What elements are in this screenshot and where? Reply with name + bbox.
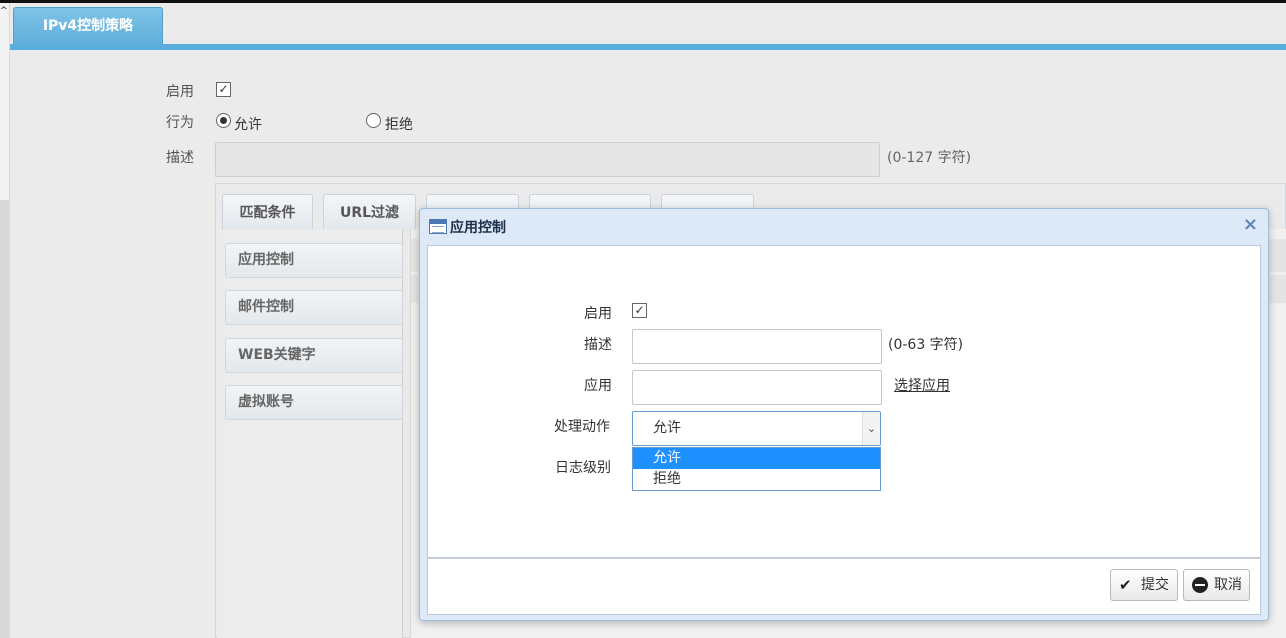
dlg-log-label: 日志级别 <box>555 460 611 476</box>
dialog-title: 应用控制 <box>450 220 506 236</box>
action-select[interactable]: 允许 ⌄ <box>632 411 881 446</box>
action-select-value: 允许 <box>653 420 681 436</box>
window-icon <box>429 219 447 234</box>
action-option-deny[interactable]: 拒绝 <box>633 469 880 490</box>
minus-circle-icon <box>1192 577 1208 593</box>
action-label: 行为 <box>166 115 194 131</box>
tab-ipv4-policy[interactable]: IPv4控制策略 <box>13 7 163 44</box>
action-deny-radio[interactable] <box>366 113 381 128</box>
chevron-down-icon[interactable]: ⌄ <box>862 412 880 445</box>
dlg-app-input[interactable] <box>632 370 882 405</box>
desc-hint: (0-127 字符) <box>887 150 972 166</box>
dlg-enable-label: 启用 <box>584 306 612 322</box>
submit-button[interactable]: ✔ 提交 <box>1110 569 1178 601</box>
check-icon: ✔ <box>1119 576 1132 594</box>
desc-input[interactable] <box>215 142 880 177</box>
select-app-link[interactable]: 选择应用 <box>894 375 950 395</box>
side-item-web-keyword[interactable]: WEB关键字 <box>225 338 403 373</box>
side-item-app-control[interactable]: 应用控制 <box>225 243 403 278</box>
dlg-desc-hint: (0-63 字符) <box>888 337 964 353</box>
tab-underline <box>10 44 1286 50</box>
window-top-border <box>0 0 1286 3</box>
tab-match-conditions[interactable]: 匹配条件 <box>222 194 313 230</box>
action-allow-label[interactable]: 允许 <box>234 114 262 134</box>
cancel-button[interactable]: 取消 <box>1183 569 1250 601</box>
action-option-allow[interactable]: 允许 <box>633 448 880 469</box>
left-gutter <box>0 3 10 638</box>
close-icon[interactable]: × <box>1243 215 1258 235</box>
enable-checkbox[interactable]: ✓ <box>216 82 231 97</box>
enable-label: 启用 <box>166 84 194 100</box>
dlg-app-label: 应用 <box>584 378 612 394</box>
dlg-enable-checkbox[interactable]: ✓ <box>632 303 647 318</box>
action-allow-radio[interactable] <box>216 113 231 128</box>
dlg-desc-input[interactable] <box>632 329 882 364</box>
side-item-mail-control[interactable]: 邮件控制 <box>225 290 403 325</box>
desc-label: 描述 <box>166 150 194 166</box>
dlg-desc-label: 描述 <box>584 337 612 353</box>
action-dropdown: 允许 拒绝 <box>632 447 881 491</box>
action-deny-label[interactable]: 拒绝 <box>385 114 413 134</box>
tab-url-filter[interactable]: URL过滤 <box>323 194 416 230</box>
side-item-virtual-account[interactable]: 虚拟账号 <box>225 385 403 420</box>
collapse-caret-icon[interactable]: ^ <box>0 6 8 16</box>
dlg-action-label: 处理动作 <box>554 419 610 435</box>
